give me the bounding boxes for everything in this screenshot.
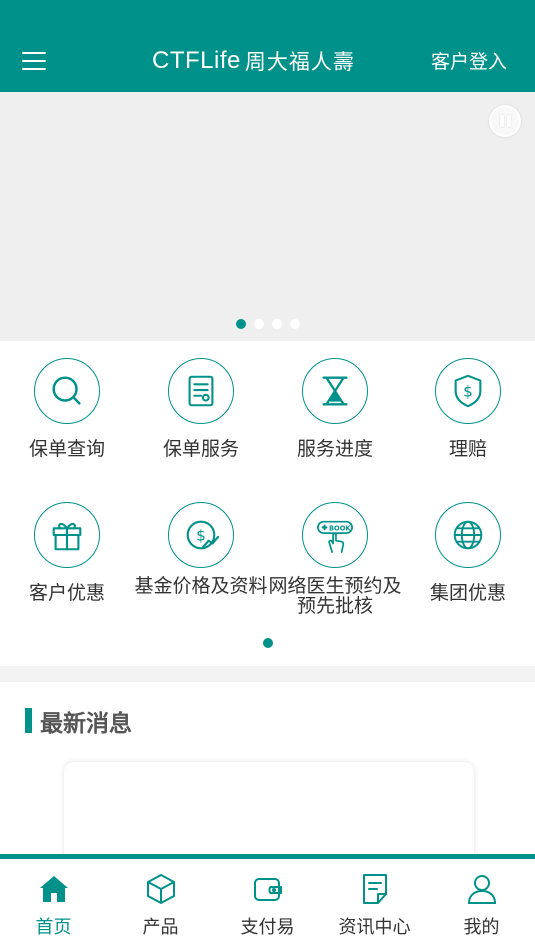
bottom-tab-bar: 首页 产品 支付易 资讯中心 我的 xyxy=(0,854,535,951)
tab-label: 资讯中心 xyxy=(338,917,411,938)
section-title: 最新消息 xyxy=(40,711,132,737)
book-appointment-icon: BOOK xyxy=(302,502,368,568)
brand-chinese: 周大福人壽 xyxy=(244,50,355,74)
product-box-icon xyxy=(146,874,175,904)
quick-link-fund-prices[interactable]: $ 基金价格及资料 xyxy=(134,502,268,596)
quick-link-label: 保单查询 xyxy=(28,438,105,460)
tab-label: 产品 xyxy=(142,917,179,938)
tab-home[interactable]: 首页 xyxy=(0,859,107,951)
section-accent-bar xyxy=(25,708,32,733)
tab-label: 首页 xyxy=(35,917,72,938)
quick-link-label: 服务进度 xyxy=(296,438,373,460)
tab-payment[interactable]: 支付易 xyxy=(214,859,321,951)
top-header: CTFLife 周大福人壽 客户登入 xyxy=(0,0,535,92)
pause-icon[interactable] xyxy=(489,105,521,137)
banner-dot[interactable] xyxy=(271,319,282,329)
svg-text:BOOK: BOOK xyxy=(329,524,351,532)
banner-dot[interactable] xyxy=(235,319,246,329)
hamburger-menu-icon[interactable] xyxy=(22,52,46,70)
home-icon xyxy=(39,876,68,902)
tab-news-center[interactable]: 资讯中心 xyxy=(321,859,428,951)
quick-link-label: 网络医生预约及预先批核 xyxy=(268,575,402,617)
banner-dot[interactable] xyxy=(289,319,300,329)
news-card[interactable] xyxy=(64,762,474,857)
quick-link-customer-offers[interactable]: 客户优惠 xyxy=(0,502,134,603)
gift-icon xyxy=(34,502,100,568)
quick-link-label: 基金价格及资料 xyxy=(134,575,268,597)
news-document-icon xyxy=(362,874,387,904)
quick-link-online-doctor-booking[interactable]: BOOK 网络医生预约及预先批核 xyxy=(268,502,402,616)
tab-mine[interactable]: 我的 xyxy=(428,859,535,951)
quick-link-group-offers[interactable]: 集团优惠 xyxy=(401,502,535,603)
customer-login-link[interactable]: 客户登入 xyxy=(431,47,507,74)
svg-text:$: $ xyxy=(196,527,206,545)
quick-link-service-progress[interactable]: 服务进度 xyxy=(268,358,402,459)
hourglass-icon xyxy=(302,358,368,424)
tab-label: 我的 xyxy=(463,917,500,938)
search-icon xyxy=(34,358,100,424)
quick-link-label: 集团优惠 xyxy=(429,582,506,604)
quick-link-policy-service[interactable]: 保单服务 xyxy=(134,358,268,459)
latest-news-section: 最新消息 xyxy=(0,682,535,857)
app-screen: CTFLife 周大福人壽 客户登入 保单查询 保单服务 服务进度 $ 理赔 客… xyxy=(0,0,535,951)
quick-link-label: 保单服务 xyxy=(162,438,239,460)
quick-link-label: 客户优惠 xyxy=(28,582,105,604)
quick-link-policy-query[interactable]: 保单查询 xyxy=(0,358,134,459)
brand-logo: CTFLife 周大福人壽 xyxy=(152,45,355,77)
tab-products[interactable]: 产品 xyxy=(107,859,214,951)
shield-dollar-icon: $ xyxy=(435,358,501,424)
wallet-icon xyxy=(253,878,282,901)
svg-text:$: $ xyxy=(463,383,473,401)
quick-link-claims[interactable]: $ 理赔 xyxy=(401,358,535,459)
dollar-chart-icon: $ xyxy=(168,502,234,568)
tab-label: 支付易 xyxy=(240,917,295,938)
user-icon xyxy=(467,875,496,904)
quick-link-label: 理赔 xyxy=(448,438,487,460)
quick-links-grid: 保单查询 保单服务 服务进度 $ 理赔 客户优惠 $ 基金价格及资料 BOOK … xyxy=(0,341,535,666)
brand-latin: CTFLife xyxy=(152,47,241,74)
document-icon xyxy=(168,358,234,424)
globe-icon xyxy=(435,502,501,568)
banner-carousel[interactable] xyxy=(0,92,535,341)
banner-pagination xyxy=(0,319,535,329)
grid-page-indicator xyxy=(263,638,273,648)
banner-dot[interactable] xyxy=(253,319,264,329)
